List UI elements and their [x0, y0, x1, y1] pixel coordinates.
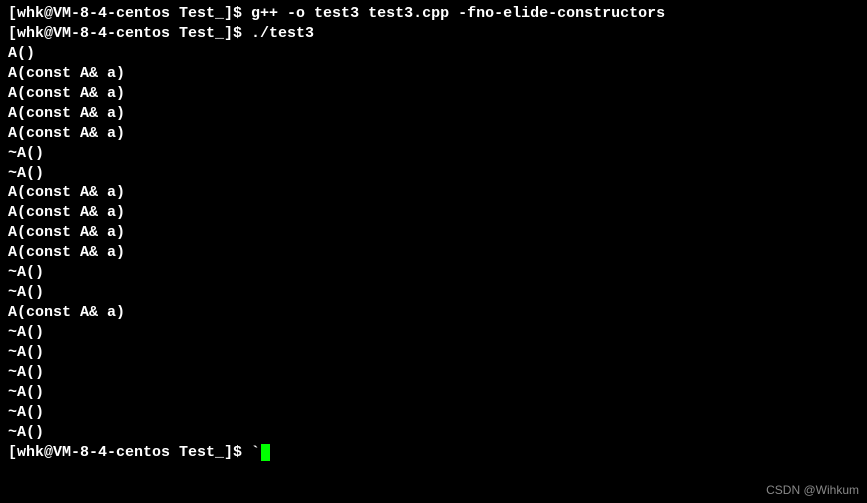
output-line: ~A() [8, 383, 859, 403]
output-line: A(const A& a) [8, 124, 859, 144]
output-line: ~A() [8, 323, 859, 343]
output-line: A(const A& a) [8, 104, 859, 124]
output-line: ~A() [8, 283, 859, 303]
prompt-line-current[interactable]: [whk@VM-8-4-centos Test_]$ ` [8, 443, 859, 463]
output-line: ~A() [8, 403, 859, 423]
output-line: ~A() [8, 144, 859, 164]
watermark-text: CSDN @Wihkum [766, 483, 859, 499]
output-line: A(const A& a) [8, 84, 859, 104]
output-line: A(const A& a) [8, 243, 859, 263]
output-line: A(const A& a) [8, 203, 859, 223]
output-line: ~A() [8, 263, 859, 283]
output-line: A(const A& a) [8, 183, 859, 203]
output-line: ~A() [8, 164, 859, 184]
output-line: ~A() [8, 343, 859, 363]
command-text: ./test3 [251, 24, 314, 44]
output-line: ~A() [8, 363, 859, 383]
shell-prompt: [whk@VM-8-4-centos Test_]$ [8, 443, 251, 463]
shell-prompt: [whk@VM-8-4-centos Test_]$ [8, 24, 251, 44]
cursor-icon [261, 444, 270, 461]
prompt-line-2: [whk@VM-8-4-centos Test_]$ ./test3 [8, 24, 859, 44]
output-line: ~A() [8, 423, 859, 443]
output-line: A(const A& a) [8, 303, 859, 323]
output-line: A(const A& a) [8, 223, 859, 243]
prompt-line-1: [whk@VM-8-4-centos Test_]$ g++ -o test3 … [8, 4, 859, 24]
command-text: g++ -o test3 test3.cpp -fno-elide-constr… [251, 4, 665, 24]
output-line: A() [8, 44, 859, 64]
typed-input[interactable]: ` [251, 443, 260, 463]
terminal-output[interactable]: [whk@VM-8-4-centos Test_]$ g++ -o test3 … [8, 4, 859, 463]
output-line: A(const A& a) [8, 64, 859, 84]
shell-prompt: [whk@VM-8-4-centos Test_]$ [8, 4, 251, 24]
